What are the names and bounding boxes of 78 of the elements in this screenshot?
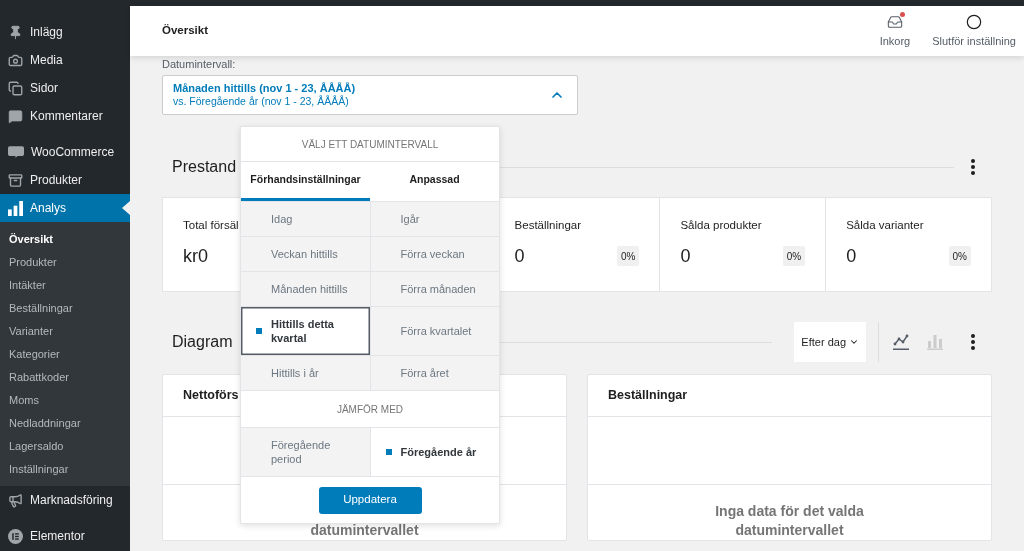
- archive-box-icon: [8, 172, 23, 188]
- submenu-item[interactable]: Varianter: [0, 320, 130, 343]
- circle-icon: [966, 14, 983, 30]
- preset-option[interactable]: Idag: [241, 202, 370, 236]
- speech-bubble-icon: [8, 108, 23, 124]
- empty-state-message: Inga data för det valda datumintervallet: [714, 502, 865, 540]
- preset-option[interactable]: Förra veckan: [370, 237, 499, 271]
- submenu-item[interactable]: Rabattkoder: [0, 366, 130, 389]
- preset-option[interactable]: Hittills i år: [241, 356, 370, 390]
- stat-value: 0: [514, 245, 525, 268]
- preset-option[interactable]: Hittills detta kvartal: [241, 307, 370, 355]
- page-title: Översikt: [162, 23, 209, 39]
- megaphone-icon: [8, 492, 23, 508]
- sidebar-item[interactable]: Produkter: [0, 166, 130, 194]
- interval-select[interactable]: Efter dag: [794, 322, 866, 362]
- compare-option[interactable]: Föregående period: [241, 428, 370, 476]
- preset-option[interactable]: Förra månaden: [370, 272, 499, 306]
- stat-card[interactable]: Sålda produkter 0 0%: [660, 197, 827, 292]
- finish-setup-button[interactable]: Slutför inställning: [928, 14, 1020, 48]
- camera-icon: [8, 52, 23, 68]
- sidebar-item[interactable]: WooCommerce: [0, 138, 130, 166]
- sidebar-item[interactable]: Analys: [0, 194, 130, 222]
- chart-title: Nettoförs: [183, 387, 239, 405]
- submenu-item[interactable]: Moms: [0, 389, 130, 412]
- sidebar-item[interactable]: Elementor: [0, 522, 130, 550]
- bar-chart-icon: [927, 334, 943, 350]
- preset-option[interactable]: Förra året: [370, 356, 499, 390]
- preset-option[interactable]: Veckan hittills: [241, 237, 370, 271]
- line-chart-icon: [893, 334, 909, 350]
- sidebar-item[interactable]: Inlägg: [0, 18, 130, 46]
- bar-chart-icon: [8, 200, 23, 216]
- submenu-item[interactable]: Inställningar: [0, 458, 130, 481]
- stat-card[interactable]: Sålda varianter 0 0%: [826, 197, 992, 292]
- change-badge: 0%: [948, 246, 971, 266]
- kebab-menu-icon: [971, 334, 975, 350]
- preset-option[interactable]: Månaden hittills: [241, 272, 370, 306]
- stat-value: 0: [846, 245, 857, 268]
- pin-icon: [8, 24, 23, 40]
- stat-value: 0: [680, 245, 691, 268]
- update-button[interactable]: Uppdatera: [318, 486, 422, 514]
- section-heading: Prestand: [172, 157, 237, 177]
- submenu-item[interactable]: Översikt: [0, 228, 130, 251]
- preset-option[interactable]: Igår: [370, 202, 499, 236]
- stat-label: Beställningar: [514, 218, 582, 232]
- chevron-down-icon: [849, 337, 859, 347]
- sidebar-item[interactable]: Media: [0, 46, 130, 74]
- submenu-item[interactable]: Nedladdningar: [0, 412, 130, 435]
- compare-option[interactable]: Föregående år: [370, 428, 499, 476]
- selected-marker-icon: [256, 328, 262, 334]
- picker-heading: VÄLJ ETT DATUMINTERVALL: [301, 137, 439, 152]
- submenu-item[interactable]: Beställningar: [0, 297, 130, 320]
- change-badge: 0%: [616, 246, 640, 266]
- empty-state-message: datumintervallet: [310, 521, 419, 540]
- sidebar-item[interactable]: Kommentarer: [0, 102, 130, 130]
- stat-label: Sålda produkter: [680, 218, 762, 232]
- submenu-item[interactable]: Kategorier: [0, 343, 130, 366]
- circle-logo-icon: [8, 528, 23, 544]
- chart-title: Beställningar: [608, 387, 688, 405]
- date-range-dropdown[interactable]: Månaden hittills (nov 1 - 23, ÅÅÅÅ) vs. Föregående år (nov 1 - 23, ÅÅÅÅ): [162, 75, 578, 115]
- bubble-logo-icon: [8, 146, 24, 158]
- stat-value: kr0: [183, 245, 208, 268]
- inbox-icon: [886, 14, 903, 30]
- kebab-menu-icon: [971, 159, 975, 175]
- field-label: Datumintervall:: [162, 57, 236, 71]
- sidebar-item[interactable]: Marknadsföring: [0, 486, 130, 514]
- sidebar-item[interactable]: Sidor: [0, 74, 130, 102]
- inbox-button[interactable]: Inkorg: [871, 14, 919, 48]
- submenu-item[interactable]: Intäkter: [0, 274, 130, 297]
- change-badge: 0%: [782, 246, 806, 266]
- stat-label: Sålda varianter: [846, 218, 924, 232]
- stat-label: Total försäl: [183, 218, 239, 232]
- preset-option[interactable]: Förra kvartalet: [370, 307, 499, 355]
- submenu-item[interactable]: Lagersaldo: [0, 435, 130, 458]
- selected-marker-icon: [385, 449, 392, 455]
- documents-icon: [8, 80, 23, 96]
- submenu-item[interactable]: Produkter: [0, 251, 130, 274]
- picker-heading: JÄMFÖR MED: [336, 402, 404, 417]
- section-heading: Diagram: [172, 332, 233, 352]
